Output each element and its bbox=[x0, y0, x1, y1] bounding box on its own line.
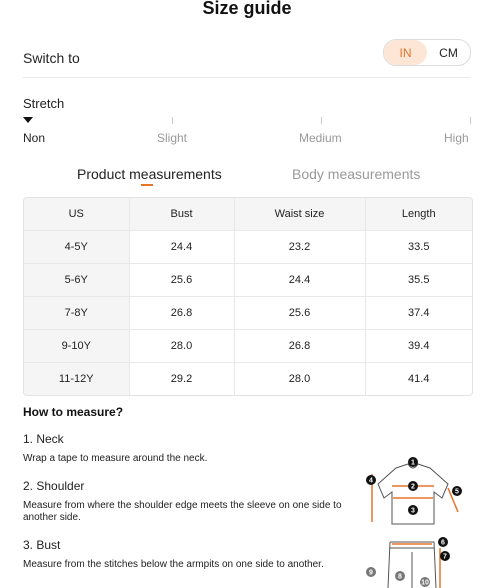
bust-cell: 26.8 bbox=[129, 296, 235, 330]
step-neck-desc: Wrap a tape to measure around the neck. bbox=[23, 453, 208, 464]
how-to-measure-heading: How to measure? bbox=[23, 405, 124, 419]
column-header-bust: Bust bbox=[129, 198, 235, 231]
marker-7: 7 bbox=[443, 554, 447, 561]
stretch-label: Stretch bbox=[23, 96, 65, 111]
step-shoulder-desc: Measure from where the shoulder edge mee… bbox=[23, 500, 342, 523]
stretch-pointer-icon bbox=[23, 117, 33, 123]
step-shoulder-title: 2. Shoulder bbox=[23, 479, 85, 493]
stretch-tick bbox=[321, 117, 322, 124]
stretch-option-high: High bbox=[444, 131, 469, 145]
marker-5: 5 bbox=[455, 489, 459, 496]
unit-in-button[interactable]: IN bbox=[384, 40, 427, 65]
waist-cell: 25.6 bbox=[234, 296, 366, 330]
length-cell: 37.4 bbox=[365, 296, 472, 330]
step-bust-title: 3. Bust bbox=[23, 538, 61, 552]
waist-cell: 23.2 bbox=[234, 230, 366, 264]
column-header-length: Length bbox=[365, 198, 472, 231]
marker-10: 10 bbox=[421, 580, 429, 587]
stretch-option-non: Non bbox=[23, 131, 46, 145]
bust-cell: 29.2 bbox=[129, 362, 235, 395]
length-cell: 35.5 bbox=[365, 263, 472, 297]
size-cell: 11-12Y bbox=[24, 362, 130, 395]
marker-4: 4 bbox=[369, 478, 373, 485]
page-title: Size guide bbox=[202, 0, 292, 18]
marker-9: 9 bbox=[369, 570, 373, 577]
column-header-us: US bbox=[24, 198, 130, 231]
size-cell: 4-5Y bbox=[24, 230, 130, 264]
stretch-tick bbox=[470, 117, 471, 124]
measurement-diagram: 1 2 3 4 5 6 7 8 9 10 bbox=[366, 457, 462, 588]
bust-cell: 28.0 bbox=[129, 329, 235, 363]
waist-cell: 28.0 bbox=[234, 362, 366, 395]
step-bust-desc: Measure from the stitches below the armp… bbox=[23, 559, 324, 570]
stretch-tick bbox=[172, 117, 173, 124]
size-cell: 9-10Y bbox=[24, 329, 130, 363]
marker-6: 6 bbox=[441, 540, 445, 547]
table-row: 5-6Y 25.6 24.4 35.5 bbox=[24, 263, 472, 297]
tab-product-measurements[interactable]: Product measurements bbox=[77, 166, 222, 182]
unit-switch-label: Switch to bbox=[23, 50, 80, 66]
column-header-waist: Waist size bbox=[234, 198, 366, 231]
marker-3: 3 bbox=[411, 508, 415, 515]
marker-2: 2 bbox=[411, 484, 415, 491]
tab-body-measurements[interactable]: Body measurements bbox=[292, 166, 420, 182]
table-row: 4-5Y 24.4 23.2 33.5 bbox=[24, 230, 472, 264]
bust-cell: 25.6 bbox=[129, 263, 235, 297]
waist-cell: 26.8 bbox=[234, 329, 366, 363]
size-cell: 7-8Y bbox=[24, 296, 130, 330]
size-table: US Bust Waist size Length 4-5Y 24.4 23.2… bbox=[23, 197, 473, 396]
marker-8: 8 bbox=[398, 574, 402, 581]
stretch-option-medium: Medium bbox=[299, 131, 342, 145]
length-cell: 39.4 bbox=[365, 329, 472, 363]
step-neck-title: 1. Neck bbox=[23, 432, 64, 446]
table-row: 9-10Y 28.0 26.8 39.4 bbox=[24, 329, 472, 363]
stretch-option-slight: Slight bbox=[157, 131, 188, 145]
length-cell: 41.4 bbox=[408, 373, 430, 385]
table-row: 11-12Y 29.2 28.0 41.4 bbox=[24, 362, 472, 395]
marker-1: 1 bbox=[411, 460, 415, 467]
unit-toggle[interactable]: IN CM bbox=[383, 39, 471, 66]
length-cell: 33.5 bbox=[365, 230, 472, 264]
waist-cell: 24.4 bbox=[234, 263, 366, 297]
unit-cm-button[interactable]: CM bbox=[427, 40, 470, 65]
size-cell: 5-6Y bbox=[24, 263, 130, 297]
divider bbox=[23, 77, 471, 78]
active-tab-indicator bbox=[141, 184, 153, 186]
table-header-row: US Bust Waist size Length bbox=[24, 198, 472, 231]
table-row: 7-8Y 26.8 25.6 37.4 bbox=[24, 296, 472, 330]
bust-cell: 24.4 bbox=[129, 230, 235, 264]
